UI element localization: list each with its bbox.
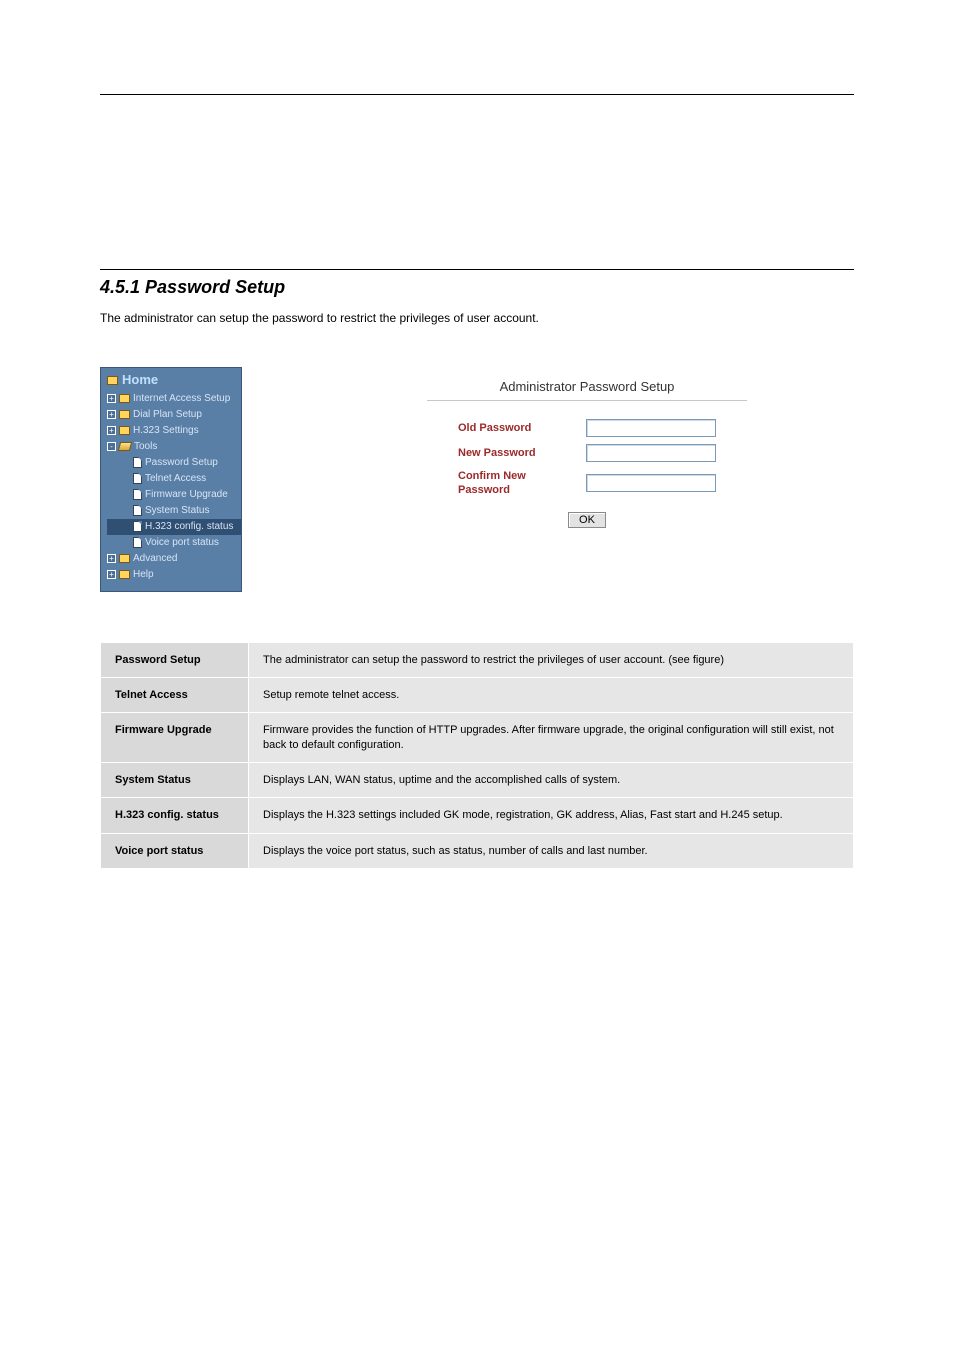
page-icon xyxy=(133,489,142,500)
page-icon xyxy=(133,457,142,468)
expand-icon[interactable]: + xyxy=(107,426,116,435)
sidebar-item[interactable]: + Internet Access Setup xyxy=(107,391,241,407)
old-password-label: Old Password xyxy=(458,421,568,435)
expand-icon[interactable]: + xyxy=(107,570,116,579)
home-label: Home xyxy=(122,372,158,389)
tree-spacer xyxy=(121,538,130,547)
folder-icon xyxy=(119,426,130,435)
feature-desc: Displays LAN, WAN status, uptime and the… xyxy=(249,763,854,798)
sidebar-item-label: Internet Access Setup xyxy=(133,392,230,405)
expand-icon[interactable]: + xyxy=(107,554,116,563)
folder-open-icon xyxy=(118,442,132,451)
page-icon xyxy=(133,537,142,548)
sidebar-item[interactable]: Firmware Upgrade xyxy=(107,487,241,503)
sidebar-item[interactable]: + H.323 Settings xyxy=(107,423,241,439)
sidebar-item-label: Help xyxy=(133,568,154,581)
feature-name: Password Setup xyxy=(101,642,249,677)
page-icon xyxy=(133,473,142,484)
new-password-input[interactable] xyxy=(586,444,716,462)
tree-spacer xyxy=(121,522,130,531)
page-icon xyxy=(133,521,142,532)
sidebar-item-label: Dial Plan Setup xyxy=(133,408,202,421)
folder-icon xyxy=(119,410,130,419)
tree-spacer xyxy=(121,458,130,467)
sidebar-item-label: Password Setup xyxy=(145,456,218,469)
old-password-input[interactable] xyxy=(586,419,716,437)
home-icon xyxy=(107,376,118,385)
sidebar-item-label: Firmware Upgrade xyxy=(145,488,228,501)
sidebar-item[interactable]: + Advanced xyxy=(107,551,241,567)
sidebar-item-label: Tools xyxy=(134,440,157,453)
tree-spacer xyxy=(121,474,130,483)
feature-desc: Displays the voice port status, such as … xyxy=(249,833,854,868)
sidebar-home[interactable]: Home xyxy=(107,372,241,389)
folder-icon xyxy=(119,394,130,403)
sidebar-item[interactable]: + Dial Plan Setup xyxy=(107,407,241,423)
divider xyxy=(100,269,854,270)
sidebar-nav: Home + Internet Access Setup + Dial Plan Se… xyxy=(100,367,242,592)
new-password-label: New Password xyxy=(458,446,568,460)
folder-icon xyxy=(119,570,130,579)
sidebar-item[interactable]: Password Setup xyxy=(107,455,241,471)
sidebar-item[interactable]: System Status xyxy=(107,503,241,519)
confirm-password-input[interactable] xyxy=(586,474,716,492)
feature-name: Telnet Access xyxy=(101,678,249,713)
table-row: H.323 config. statusDisplays the H.323 s… xyxy=(101,798,854,833)
table-row: System StatusDisplays LAN, WAN status, u… xyxy=(101,763,854,798)
sidebar-item-label: Voice port status xyxy=(145,536,219,549)
page-header xyxy=(100,60,854,95)
password-panel: Administrator Password Setup Old Passwor… xyxy=(320,367,854,592)
tree-spacer xyxy=(121,506,130,515)
section-intro: The administrator can setup the password… xyxy=(100,311,854,327)
folder-icon xyxy=(119,554,130,563)
sidebar-item[interactable]: Telnet Access xyxy=(107,471,241,487)
sidebar-item[interactable]: - Tools xyxy=(107,439,241,455)
feature-name: Firmware Upgrade xyxy=(101,713,249,763)
feature-desc: The administrator can setup the password… xyxy=(249,642,854,677)
sidebar-item-label: H.323 Settings xyxy=(133,424,199,437)
expand-icon[interactable]: + xyxy=(107,394,116,403)
sidebar-item-label: Advanced xyxy=(133,552,177,565)
feature-name: Voice port status xyxy=(101,833,249,868)
table-row: Telnet AccessSetup remote telnet access. xyxy=(101,678,854,713)
table-row: Firmware UpgradeFirmware provides the fu… xyxy=(101,713,854,763)
feature-name: H.323 config. status xyxy=(101,798,249,833)
sidebar-item-label: Telnet Access xyxy=(145,472,206,485)
feature-desc: Firmware provides the function of HTTP u… xyxy=(249,713,854,763)
section-heading: 4.5.1 Password Setup xyxy=(100,276,854,299)
sidebar-item[interactable]: H.323 config. status xyxy=(107,519,241,535)
confirm-password-label: Confirm New Password xyxy=(458,469,568,498)
table-row: Password SetupThe administrator can setu… xyxy=(101,642,854,677)
collapse-icon[interactable]: - xyxy=(107,442,116,451)
ok-button[interactable]: OK xyxy=(568,512,606,528)
page-icon xyxy=(133,505,142,516)
table-row: Voice port statusDisplays the voice port… xyxy=(101,833,854,868)
sidebar-item-label: System Status xyxy=(145,504,209,517)
sidebar-item[interactable]: + Help xyxy=(107,567,241,583)
feature-name: System Status xyxy=(101,763,249,798)
tree-spacer xyxy=(121,490,130,499)
feature-desc: Setup remote telnet access. xyxy=(249,678,854,713)
panel-title: Administrator Password Setup xyxy=(427,379,747,401)
expand-icon[interactable]: + xyxy=(107,410,116,419)
sidebar-item-label: H.323 config. status xyxy=(145,520,233,533)
features-table: Password SetupThe administrator can setu… xyxy=(100,642,854,869)
feature-desc: Displays the H.323 settings included GK … xyxy=(249,798,854,833)
screenshot-row: Home + Internet Access Setup + Dial Plan Se… xyxy=(100,367,854,592)
sidebar-item[interactable]: Voice port status xyxy=(107,535,241,551)
